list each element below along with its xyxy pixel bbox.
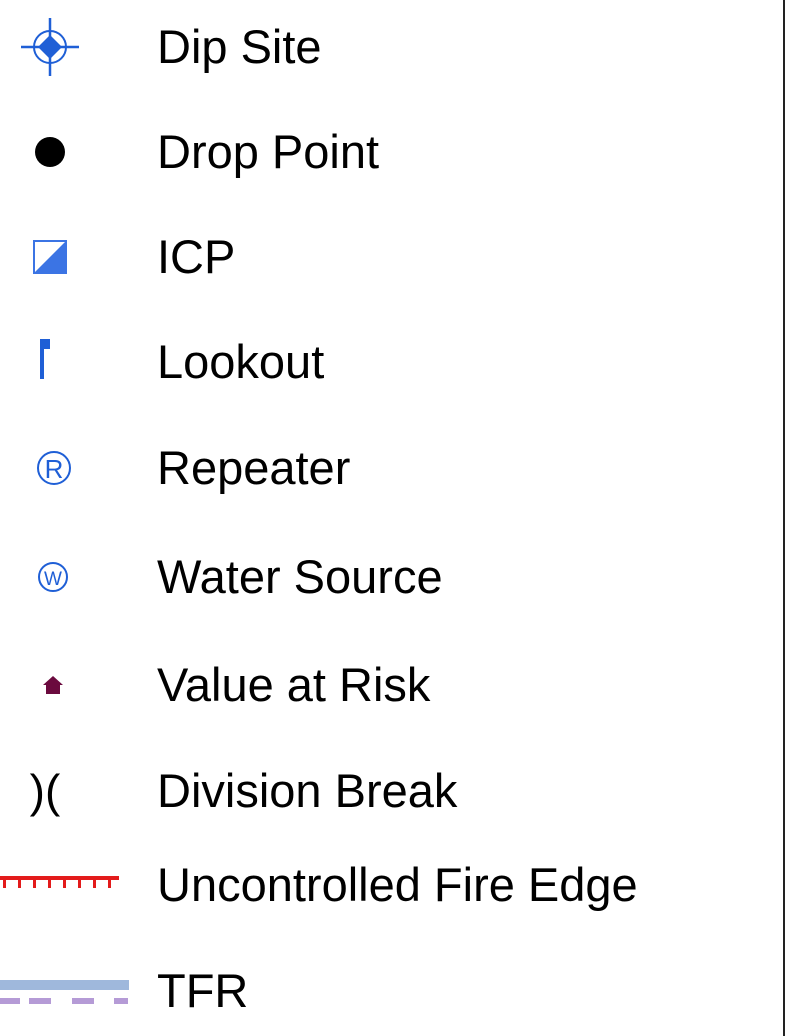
icp-icon — [0, 212, 130, 302]
legend-item-value-at-risk: Value at Risk — [0, 640, 780, 730]
svg-text:W: W — [44, 569, 62, 590]
legend-item-repeater: R Repeater — [0, 423, 780, 513]
legend-item-division-break: )( Division Break — [0, 746, 780, 836]
svg-text:R: R — [45, 454, 64, 484]
legend-item-lookout: Lookout — [0, 317, 780, 407]
legend-label: Drop Point — [157, 125, 380, 178]
lookout-icon — [0, 317, 130, 407]
legend-item-uncontrolled-fire-edge: Uncontrolled Fire Edge — [0, 840, 780, 930]
legend-item-drop-point: Drop Point — [0, 107, 780, 197]
legend-label: Water Source — [157, 550, 443, 603]
legend-label: Repeater — [157, 441, 351, 494]
dip-site-icon — [0, 2, 130, 92]
legend-label: Uncontrolled Fire Edge — [157, 858, 638, 911]
legend-label: Division Break — [157, 764, 458, 817]
legend-label: Dip Site — [157, 20, 322, 73]
drop-point-icon — [0, 107, 130, 197]
legend-label: Value at Risk — [157, 658, 431, 711]
legend-label: Lookout — [157, 335, 325, 388]
legend-label: ICP — [157, 230, 236, 283]
svg-text:)(: )( — [30, 765, 61, 817]
water-source-icon: W — [0, 532, 130, 622]
legend-item-tfr: TFR — [0, 946, 780, 1036]
uncontrolled-fire-edge-icon — [0, 840, 130, 930]
value-at-risk-icon — [0, 640, 130, 730]
legend-item-icp: ICP — [0, 212, 780, 302]
tfr-icon — [0, 946, 130, 1036]
division-break-icon: )( — [0, 746, 130, 836]
legend-item-dip-site: Dip Site — [0, 2, 780, 92]
legend-label: TFR — [157, 964, 249, 1017]
map-legend: Dip Site Drop Point ICP Lookout R Repeat… — [0, 0, 785, 1036]
legend-item-water-source: W Water Source — [0, 532, 780, 622]
repeater-icon: R — [0, 423, 130, 513]
